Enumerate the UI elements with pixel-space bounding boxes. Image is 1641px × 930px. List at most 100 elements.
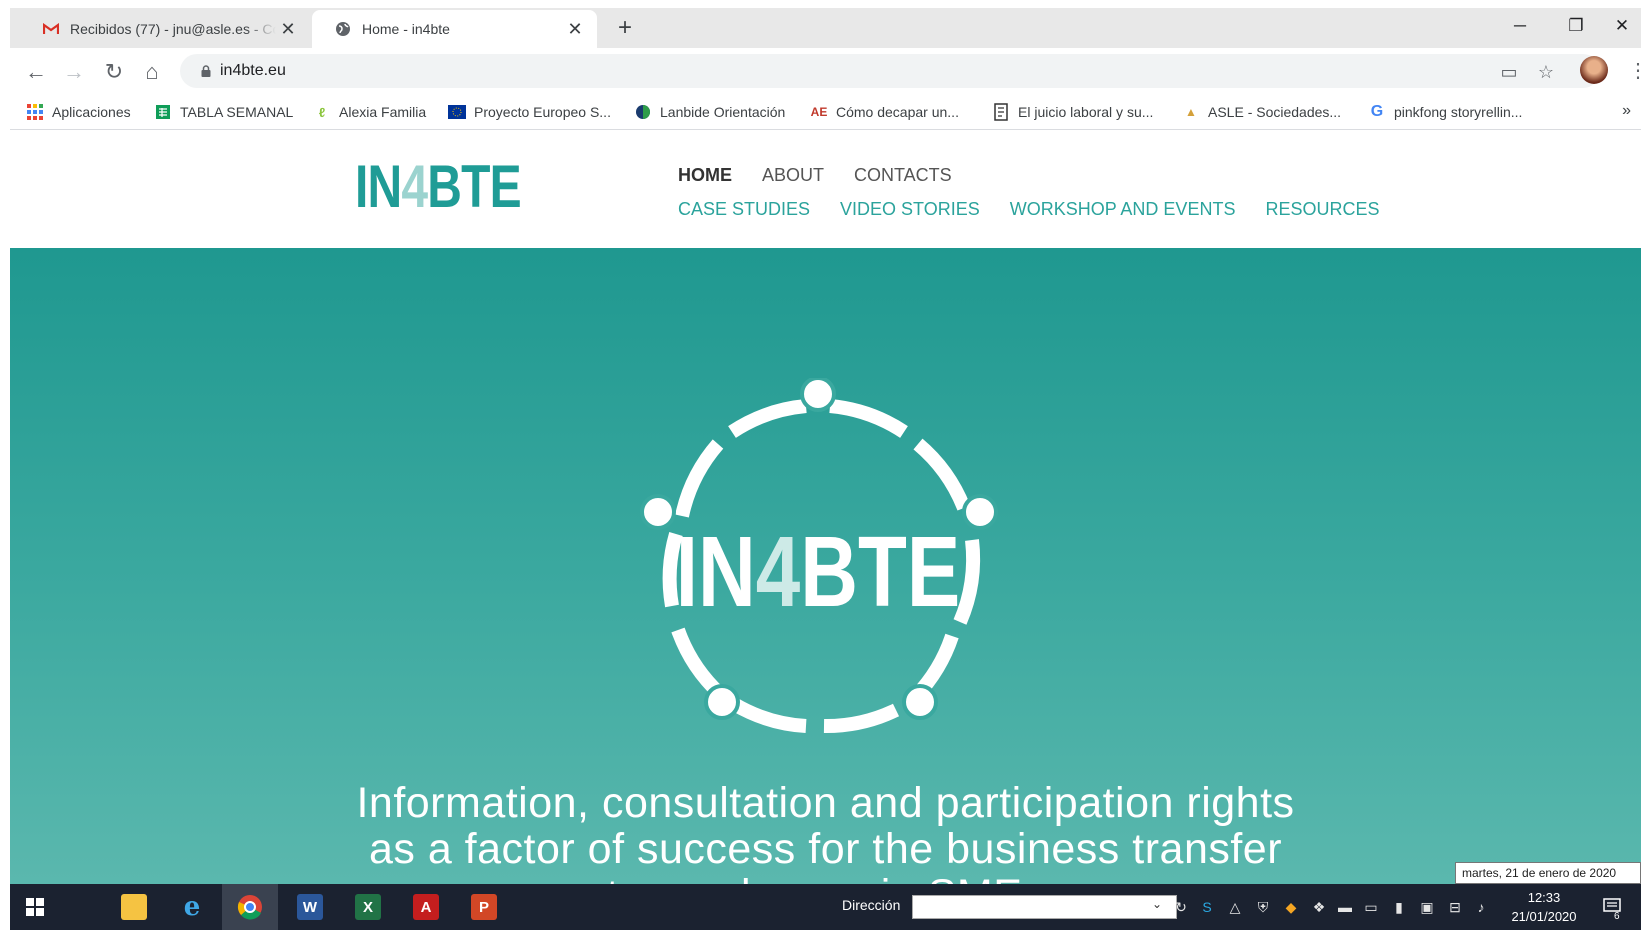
ie-icon: e — [183, 892, 201, 922]
battery-icon[interactable]: ▮ — [1390, 898, 1408, 916]
secondary-nav: CASE STUDIES VIDEO STORIES WORKSHOP AND … — [678, 199, 1379, 220]
device-icon[interactable]: ▭ — [1362, 898, 1380, 916]
bookmark-label: Cómo decapar un... — [836, 104, 959, 120]
window-close-icon[interactable]: ✕ — [1602, 12, 1641, 40]
drive-icon[interactable]: △ — [1226, 898, 1244, 916]
reload-icon[interactable]: ↻ — [98, 56, 130, 88]
bookmark-aplicaciones[interactable]: Aplicaciones — [26, 101, 131, 123]
bookmark-asle[interactable]: ▲ ASLE - Sociedades... — [1182, 101, 1341, 123]
taskbar-internet-explorer[interactable]: e — [164, 884, 220, 930]
tab-home-in4bte[interactable]: Home - in4bte ✕ — [312, 10, 597, 48]
bookmarks-overflow-button[interactable]: » — [1622, 102, 1631, 120]
globe-icon — [334, 20, 352, 38]
notifications-icon[interactable] — [1600, 896, 1624, 914]
restore-icon[interactable]: ❐ — [1556, 12, 1596, 40]
close-icon[interactable]: ✕ — [563, 19, 587, 40]
window-icon[interactable]: ▣ — [1418, 898, 1436, 916]
bookmark-label: pinkfong storyrellin... — [1394, 104, 1523, 120]
nav-case-studies[interactable]: CASE STUDIES — [678, 199, 810, 220]
hero-title-line: Information, consultation and participat… — [356, 779, 1295, 827]
taskbar-file-explorer[interactable] — [106, 884, 162, 930]
ae-icon: AE — [810, 105, 828, 119]
document-icon — [992, 103, 1010, 121]
windows-taskbar: e W X A P Dirección ⌄ ↻ S △ ⛨ ◆ ❖ ▬ ▭ ▮ … — [10, 884, 1641, 930]
nav-resources[interactable]: RESOURCES — [1265, 199, 1379, 220]
update-icon[interactable]: ◆ — [1282, 898, 1300, 916]
date-tooltip: martes, 21 de enero de 2020 — [1455, 862, 1641, 884]
word-icon: W — [297, 894, 323, 920]
primary-nav: HOME ABOUT CONTACTS — [678, 165, 952, 186]
acrobat-icon: A — [413, 894, 439, 920]
dropbox-icon[interactable]: ❖ — [1310, 898, 1328, 916]
bookmark-proyecto-europeo[interactable]: Proyecto Europeo S... — [448, 101, 611, 123]
lanbide-icon — [634, 103, 652, 121]
bookmark-alexia-familia[interactable]: ℓ Alexia Familia — [313, 101, 426, 123]
refresh-icon[interactable]: ↻ — [1172, 898, 1190, 916]
shield-icon[interactable]: ⛨ — [1254, 898, 1272, 916]
browser-tab-strip: Recibidos (77) - jnu@asle.es - Correo ✕ … — [0, 0, 1641, 48]
minimize-icon[interactable]: ─ — [1500, 12, 1540, 40]
nav-workshop-and-events[interactable]: WORKSHOP AND EVENTS — [1010, 199, 1236, 220]
logo-text: BTE — [427, 153, 521, 220]
close-icon[interactable]: ✕ — [276, 19, 300, 40]
skype-icon[interactable]: S — [1198, 898, 1216, 916]
bookmarks-bar: Aplicaciones TABLA SEMANAL ℓ Alexia Fami… — [10, 94, 1641, 130]
google-icon: G — [1370, 103, 1384, 120]
emblem-text: IN4BTE — [676, 517, 960, 629]
address-toolbar-label: Dirección — [842, 897, 901, 913]
bookmark-como-decapar[interactable]: AE Cómo decapar un... — [810, 101, 959, 123]
taskbar-excel[interactable]: X — [340, 884, 396, 930]
nav-contacts[interactable]: CONTACTS — [854, 165, 952, 186]
taskbar-word[interactable]: W — [282, 884, 338, 930]
nav-about[interactable]: ABOUT — [762, 165, 824, 186]
back-icon[interactable]: ← — [20, 56, 52, 88]
browser-toolbar: ← → ↻ ⌂ in4bte.eu ▭ ☆ ⋮ — [10, 48, 1641, 94]
taskbar-powerpoint[interactable]: P — [456, 884, 512, 930]
logo-text: IN — [355, 153, 402, 220]
bookmark-label: Aplicaciones — [52, 104, 131, 120]
address-toolbar-input[interactable] — [912, 895, 1177, 919]
clock-date[interactable]: 21/01/2020 — [1504, 909, 1584, 924]
taskbar-acrobat[interactable]: A — [398, 884, 454, 930]
network-icon[interactable]: ⊟ — [1446, 898, 1464, 916]
display-icon[interactable]: ▬ — [1336, 898, 1354, 916]
menu-icon[interactable]: ⋮ — [1628, 58, 1641, 83]
star-icon[interactable]: ☆ — [1535, 61, 1557, 83]
bookmark-label: Lanbide Orientación — [660, 104, 786, 120]
volume-icon[interactable]: ♪ — [1472, 898, 1490, 916]
address-bar[interactable]: in4bte.eu ▭ ☆ — [180, 54, 1600, 88]
bookmark-lanbide[interactable]: Lanbide Orientación — [634, 101, 785, 123]
site-header: IN4BTE HOME ABOUT CONTACTS CASE STUDIES … — [10, 131, 1641, 248]
asle-icon: ▲ — [1185, 105, 1197, 119]
forward-icon[interactable]: → — [58, 56, 90, 88]
sheets-icon — [154, 103, 172, 121]
notification-count: 6 — [1614, 911, 1620, 922]
clock-time[interactable]: 12:33 — [1514, 890, 1574, 905]
gmail-icon — [42, 20, 60, 38]
bookmark-pinkfong[interactable]: G pinkfong storyrellin... — [1368, 101, 1523, 123]
folder-icon — [121, 894, 147, 920]
nav-home[interactable]: HOME — [678, 165, 732, 186]
bookmark-juicio-laboral[interactable]: El juicio laboral y su... — [992, 101, 1153, 123]
bookmark-tabla-semanal[interactable]: TABLA SEMANAL — [154, 101, 293, 123]
chrome-icon — [237, 895, 262, 920]
bookmark-label: ASLE - Sociedades... — [1208, 104, 1342, 120]
avatar[interactable] — [1580, 56, 1608, 84]
site-logo[interactable]: IN4BTE — [355, 157, 522, 217]
tab-title: Home - in4bte — [362, 21, 450, 37]
tab-gmail[interactable]: Recibidos (77) - jnu@asle.es - Correo ✕ — [20, 10, 310, 48]
bookmark-label: El juicio laboral y su... — [1018, 104, 1154, 120]
nav-video-stories[interactable]: VIDEO STORIES — [840, 199, 980, 220]
new-tab-button[interactable]: + — [610, 14, 640, 44]
hero-section: IN4BTE Information, consultation and par… — [10, 248, 1641, 888]
start-button[interactable] — [10, 884, 60, 930]
hero-title-line: as a factor of success for the business … — [368, 825, 1283, 873]
home-icon[interactable]: ⌂ — [136, 56, 168, 88]
chevron-down-icon[interactable]: ⌄ — [1152, 897, 1162, 911]
taskbar-chrome[interactable] — [222, 884, 278, 930]
apps-grid-icon — [26, 103, 44, 121]
eu-flag-icon — [448, 103, 466, 121]
bookmark-label: TABLA SEMANAL — [180, 104, 294, 120]
bookmark-label: Proyecto Europeo S... — [474, 104, 611, 120]
cast-icon[interactable]: ▭ — [1498, 61, 1520, 83]
